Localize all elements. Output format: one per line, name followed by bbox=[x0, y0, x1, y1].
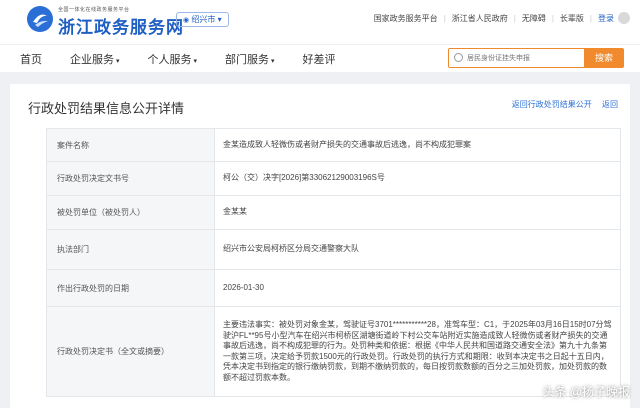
table-row: 行政处罚决定书（全文或摘要） 主要违法事实：被处罚对象金某，驾驶证号3701**… bbox=[46, 306, 621, 397]
chevron-down-icon: ▾ bbox=[116, 58, 120, 65]
field-label: 作出行政处罚的日期 bbox=[46, 269, 215, 307]
site-logo-icon[interactable] bbox=[27, 6, 53, 32]
main-nav-bar: 首页 企业服务▾ 个人服务▾ 部门服务▾ 好差评 搜索 bbox=[0, 44, 640, 72]
chevron-down-icon: ▾ bbox=[193, 58, 198, 65]
nav-item-personal[interactable]: 个人服务 ▾ bbox=[148, 51, 198, 67]
table-row: 作出行政处罚的日期 2026-01-30 bbox=[46, 269, 621, 307]
city-selector[interactable]: ◉ 绍兴市 ▾ bbox=[176, 12, 229, 27]
divider: | bbox=[443, 13, 446, 23]
chevron-down-icon: ▾ bbox=[217, 15, 222, 24]
divider: | bbox=[589, 13, 592, 23]
link-accessibility[interactable]: 无障碍 bbox=[522, 13, 546, 24]
field-value: 2026-01-30 bbox=[214, 269, 621, 307]
top-header: 全国一体化在线政务服务平台 浙江政务服务网 ◉ 绍兴市 ▾ 国家政务服务平台 |… bbox=[0, 0, 640, 44]
user-avatar-icon[interactable] bbox=[618, 12, 630, 24]
back-links: 返回行政处罚结果公开 返回 bbox=[504, 99, 618, 110]
nav-label: 部门服务 bbox=[225, 54, 270, 66]
main-nav: 首页 企业服务 ▾ 个人服务 ▾ 部门服务 ▾ 好差评 bbox=[20, 51, 364, 67]
search-icon bbox=[454, 53, 463, 62]
link-provincial-gov[interactable]: 浙江省人民政府 bbox=[452, 13, 508, 24]
location-pin-icon: ◉ bbox=[183, 17, 190, 24]
field-label: 执法部门 bbox=[46, 229, 215, 270]
brand-title[interactable]: 浙江政务服务网 bbox=[58, 13, 184, 38]
field-value: 金某造成致人轻微伤或者财产损失的交通事故后逃逸，尚不构成犯罪案 bbox=[214, 128, 621, 162]
nav-item-enterprise[interactable]: 企业服务 ▾ bbox=[70, 51, 120, 67]
field-label: 案件名称 bbox=[46, 128, 215, 162]
link-national-platform[interactable]: 国家政务服务平台 bbox=[374, 13, 438, 24]
field-value: 柯公（交）决字[2026]第33062129003196S号 bbox=[214, 161, 621, 196]
field-label: 行政处罚决定书（全文或摘要） bbox=[46, 306, 215, 397]
divider: | bbox=[513, 13, 516, 23]
table-row: 被处罚单位（被处罚人） 金某某 bbox=[46, 195, 621, 230]
table-row: 案件名称 金某造成致人轻微伤或者财产损失的交通事故后逃逸，尚不构成犯罪案 bbox=[46, 128, 621, 162]
nav-label: 个人服务 bbox=[147, 54, 192, 66]
nav-item-home[interactable]: 首页 bbox=[20, 51, 42, 67]
link-elder-mode[interactable]: 长辈版 bbox=[560, 13, 584, 24]
detail-table: 案件名称 金某造成致人轻微伤或者财产损失的交通事故后逃逸，尚不构成犯罪案 行政处… bbox=[46, 128, 621, 397]
page-title: 行政处罚结果信息公开详情 bbox=[28, 101, 185, 116]
field-value: 金某某 bbox=[214, 195, 621, 230]
field-value: 绍兴市公安局柯桥区分局交通警察大队 bbox=[214, 229, 621, 270]
back-link[interactable]: 返回 bbox=[602, 100, 618, 109]
divider: | bbox=[551, 13, 554, 23]
brand-subtitle: 全国一体化在线政务服务平台 bbox=[58, 7, 130, 13]
search-input[interactable] bbox=[467, 51, 567, 65]
table-row: 行政处罚决定文书号 柯公（交）决字[2026]第33062129003196S号 bbox=[46, 161, 621, 196]
watermark: 头条 @扬子晚报 bbox=[542, 385, 630, 399]
table-row: 执法部门 绍兴市公安局柯桥区分局交通警察大队 bbox=[46, 229, 621, 270]
back-to-list-link[interactable]: 返回行政处罚结果公开 bbox=[512, 100, 592, 109]
search-button[interactable]: 搜索 bbox=[584, 48, 624, 68]
chevron-down-icon: ▾ bbox=[271, 58, 275, 65]
top-links: 国家政务服务平台 | 浙江省人民政府 | 无障碍 | 长辈版 | 登录 bbox=[374, 12, 630, 24]
nav-item-department[interactable]: 部门服务 ▾ bbox=[225, 51, 275, 67]
field-label: 行政处罚决定文书号 bbox=[46, 161, 215, 196]
nav-label: 企业服务 bbox=[70, 54, 114, 66]
field-label: 被处罚单位（被处罚人） bbox=[46, 195, 215, 230]
city-label: 绍兴市 bbox=[191, 15, 216, 24]
nav-item-review[interactable]: 好差评 bbox=[303, 51, 336, 67]
login-link[interactable]: 登录 bbox=[598, 13, 614, 24]
